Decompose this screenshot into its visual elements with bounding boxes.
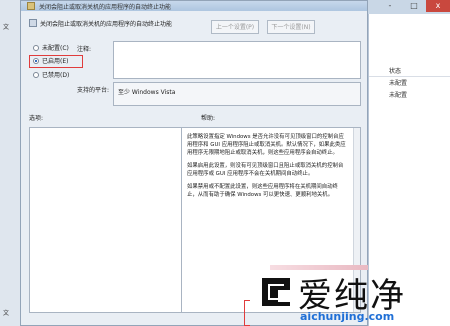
close-button[interactable]: x [426, 0, 450, 12]
radio-icon [33, 45, 39, 51]
options-label: 选项: [29, 115, 44, 122]
options-panel [29, 127, 185, 313]
logo-icon [262, 278, 290, 306]
minimize-button[interactable]: - [378, 0, 402, 12]
bg-left-label: 文 [3, 24, 10, 31]
radio-label: 已禁用(D) [42, 72, 70, 79]
list-item[interactable]: 未配置 [389, 90, 407, 99]
list-header: 状态 [369, 64, 450, 77]
setting-icon [29, 19, 37, 27]
column-header-state[interactable]: 状态 [389, 66, 401, 75]
help-paragraph: 如果禁用或不配置此设置，则这些应用程序将在关机期间自动终止，从而有助于确保 Wi… [187, 184, 338, 198]
title-bar: 关闭会阻止或取消关机的应用程序的自动终止功能 [21, 1, 367, 11]
radio-not-configured[interactable]: 未配置(C) [33, 44, 69, 53]
radio-disabled[interactable]: 已禁用(D) [33, 71, 69, 80]
supported-platform-label: 支持的平台: [77, 87, 110, 94]
previous-setting-button[interactable]: 上一个设置(P) [211, 20, 259, 34]
radio-icon [33, 72, 39, 78]
radio-label: 未配置(C) [42, 45, 69, 52]
maximize-button[interactable]: □ [402, 0, 426, 12]
next-setting-button[interactable]: 下一个设置(N) [267, 20, 315, 34]
policy-icon [27, 2, 35, 10]
supported-platform-value: 至少 Windows Vista [118, 89, 176, 96]
highlight-box [29, 55, 83, 68]
bg-left-label: 文 [3, 310, 10, 317]
comment-label: 注释: [77, 46, 92, 53]
comment-input[interactable] [113, 41, 361, 79]
list-item[interactable]: 未配置 [389, 78, 407, 87]
help-paragraph: 此策略设置指定 Windows 是否允许没有可见顶级窗口的控制台应用程序和 GU… [187, 134, 346, 156]
help-paragraph: 如果启用此设置，则没有可见顶级窗口且阻止或取消关机的控制台应用程序或 GUI 应… [187, 163, 344, 177]
window-title: 关闭会阻止或取消关机的应用程序的自动终止功能 [39, 4, 172, 11]
watermark-logo: 爱纯净 aichunjing.com [256, 268, 446, 326]
supported-platform-field: 至少 Windows Vista [113, 82, 361, 106]
watermark-url: aichunjing.com [300, 310, 395, 323]
setting-name: 关闭会阻止或取消关机的应用程序的自动终止功能 [40, 21, 173, 28]
help-text: 此策略设置指定 Windows 是否允许没有可见顶级窗口的控制台应用程序和 GU… [187, 133, 347, 204]
help-label: 帮助: [201, 115, 216, 122]
highlight-box [244, 300, 250, 326]
